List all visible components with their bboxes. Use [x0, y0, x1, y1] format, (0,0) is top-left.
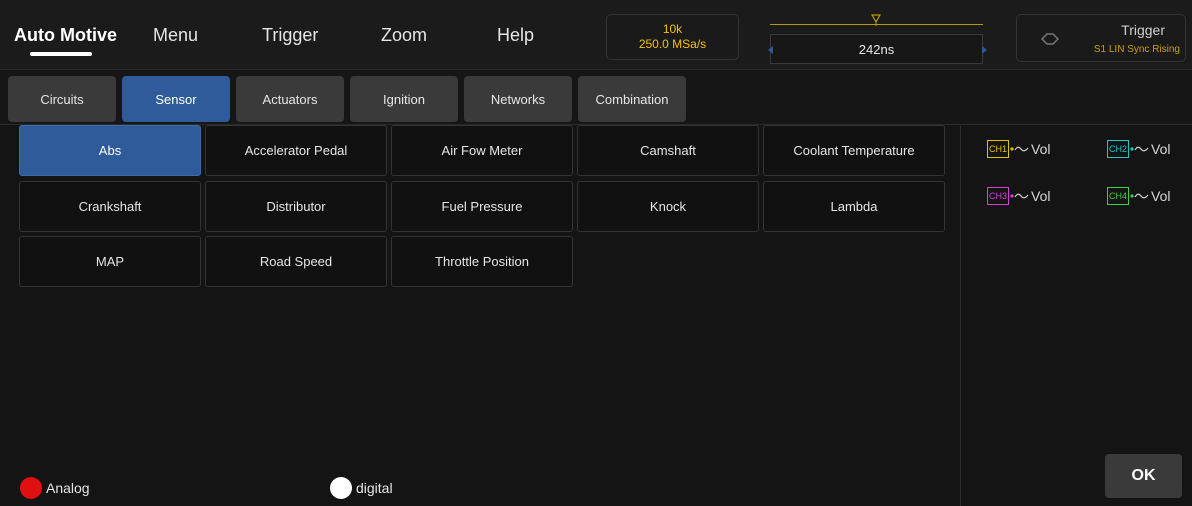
acquisition-info[interactable]: 10k 250.0 MSa/s	[606, 14, 739, 60]
channel-4[interactable]: CH4 Vol	[1107, 185, 1170, 207]
sensor-accelerator-pedal[interactable]: Accelerator Pedal	[205, 125, 387, 176]
mode-digital-radio[interactable]: digital	[330, 476, 393, 500]
sensor-crankshaft[interactable]: Crankshaft	[19, 181, 201, 232]
ch2-unit: Vol	[1151, 141, 1171, 157]
trigger-status[interactable]: Trigger S1 LIN Sync Rising	[1016, 14, 1186, 62]
digital-dot-icon	[330, 477, 352, 499]
tab-circuits[interactable]: Circuits	[8, 76, 116, 122]
active-menu-underline	[30, 52, 92, 56]
timebase-control[interactable]: 242ns	[768, 8, 987, 64]
sensor-distributor[interactable]: Distributor	[205, 181, 387, 232]
ch4-wave-icon	[1130, 193, 1149, 199]
scroll-right-icon[interactable]	[982, 46, 987, 54]
channel-3[interactable]: CH3 Vol	[987, 185, 1050, 207]
tab-sensor[interactable]: Sensor	[122, 76, 230, 122]
ch4-unit: Vol	[1151, 188, 1171, 204]
ch1-wave-icon	[1010, 146, 1029, 152]
ch1-unit: Vol	[1031, 141, 1051, 157]
sensor-fuel-pressure[interactable]: Fuel Pressure	[391, 181, 573, 232]
sensor-throttle-position[interactable]: Throttle Position	[391, 236, 573, 287]
ch2-badge: CH2	[1107, 140, 1129, 158]
ch3-unit: Vol	[1031, 188, 1051, 204]
scroll-left-icon[interactable]	[768, 46, 773, 54]
tab-ignition[interactable]: Ignition	[350, 76, 458, 122]
channel-2[interactable]: CH2 Vol	[1107, 138, 1170, 160]
menu-auto-motive[interactable]: Auto Motive	[14, 0, 117, 70]
panel-divider	[960, 126, 961, 506]
tab-networks[interactable]: Networks	[464, 76, 572, 122]
ch1-badge: CH1	[987, 140, 1009, 158]
trigger-position-marker-icon	[871, 14, 881, 26]
sensor-knock[interactable]: Knock	[577, 181, 759, 232]
ok-button[interactable]: OK	[1105, 454, 1182, 498]
timebase-value: 242ns	[770, 34, 983, 64]
top-bar: Auto Motive Menu Trigger Zoom Help 10k 2…	[0, 0, 1192, 70]
sensor-lambda[interactable]: Lambda	[763, 181, 945, 232]
tab-actuators[interactable]: Actuators	[236, 76, 344, 122]
tab-combination[interactable]: Combination	[578, 76, 686, 122]
ch4-badge: CH4	[1107, 187, 1129, 205]
analog-label: Analog	[46, 480, 90, 496]
digital-label: digital	[356, 480, 393, 496]
ch2-wave-icon	[1130, 146, 1149, 152]
category-tabs: Circuits Sensor Actuators Ignition Netwo…	[0, 71, 1192, 125]
ch3-badge: CH3	[987, 187, 1009, 205]
ch3-wave-icon	[1010, 193, 1029, 199]
menu-zoom[interactable]: Zoom	[381, 0, 427, 70]
menu-help[interactable]: Help	[497, 0, 534, 70]
sensor-camshaft[interactable]: Camshaft	[577, 125, 759, 176]
mode-analog-radio[interactable]: Analog	[20, 476, 90, 500]
sensor-coolant-temperature[interactable]: Coolant Temperature	[763, 125, 945, 176]
sensor-air-flow-meter[interactable]: Air Fow Meter	[391, 125, 573, 176]
trigger-title: Trigger	[1121, 22, 1165, 38]
sensor-map[interactable]: MAP	[19, 236, 201, 287]
trigger-source: S1 LIN Sync Rising	[1093, 44, 1180, 55]
menu-trigger[interactable]: Trigger	[262, 0, 318, 70]
sample-rate: 250.0 MSa/s	[638, 37, 707, 51]
trigger-edge-icon	[1041, 33, 1059, 45]
menu-menu[interactable]: Menu	[153, 0, 198, 70]
analog-dot-icon	[20, 477, 42, 499]
sensor-road-speed[interactable]: Road Speed	[205, 236, 387, 287]
sensor-abs[interactable]: Abs	[19, 125, 201, 176]
channel-1[interactable]: CH1 Vol	[987, 138, 1050, 160]
sample-points: 10k	[662, 22, 683, 36]
